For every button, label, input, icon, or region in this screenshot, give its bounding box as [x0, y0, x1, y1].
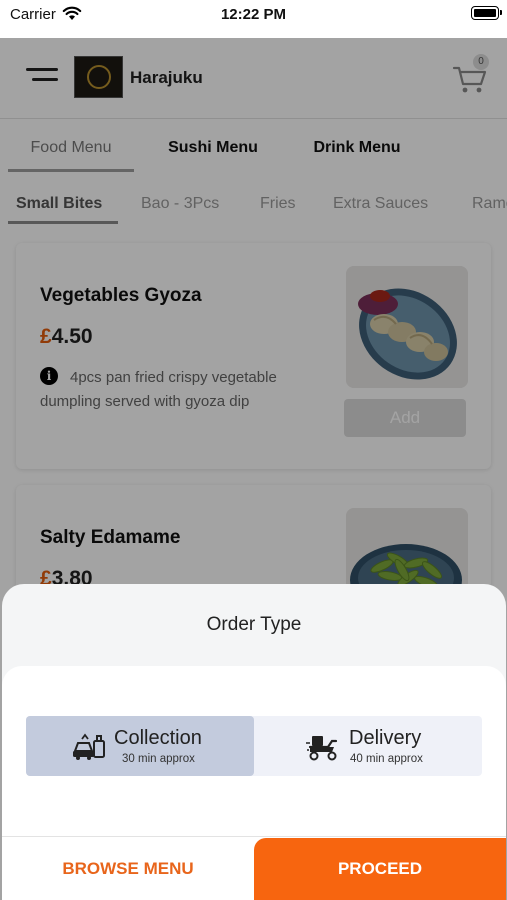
status-time: 12:22 PM: [220, 6, 287, 23]
delivery-option[interactable]: Delivery 40 min approx: [254, 716, 482, 776]
proceed-button[interactable]: PROCEED: [254, 838, 506, 900]
order-type-toggle: Collection 30 min approx Delivery 40 min…: [26, 716, 482, 776]
delivery-label: Delivery: [349, 727, 422, 749]
sheet-title: Order Type: [206, 614, 302, 635]
sheet-footer: BROWSE MENU PROCEED: [2, 836, 506, 900]
battery-icon: [471, 6, 502, 20]
collection-option[interactable]: Collection 30 min approx: [26, 716, 254, 776]
delivery-time: 40 min approx: [350, 753, 423, 765]
collection-time: 30 min approx: [122, 753, 195, 765]
delivery-scooter-icon: [306, 736, 338, 761]
browse-menu-button[interactable]: BROWSE MENU: [2, 838, 254, 900]
status-bar: Carrier 12:22 PM: [0, 0, 507, 38]
collection-label: Collection: [114, 727, 202, 749]
order-type-sheet: Order Type Collection 30 min approx Deli…: [2, 584, 506, 900]
collection-icon: [73, 733, 105, 760]
